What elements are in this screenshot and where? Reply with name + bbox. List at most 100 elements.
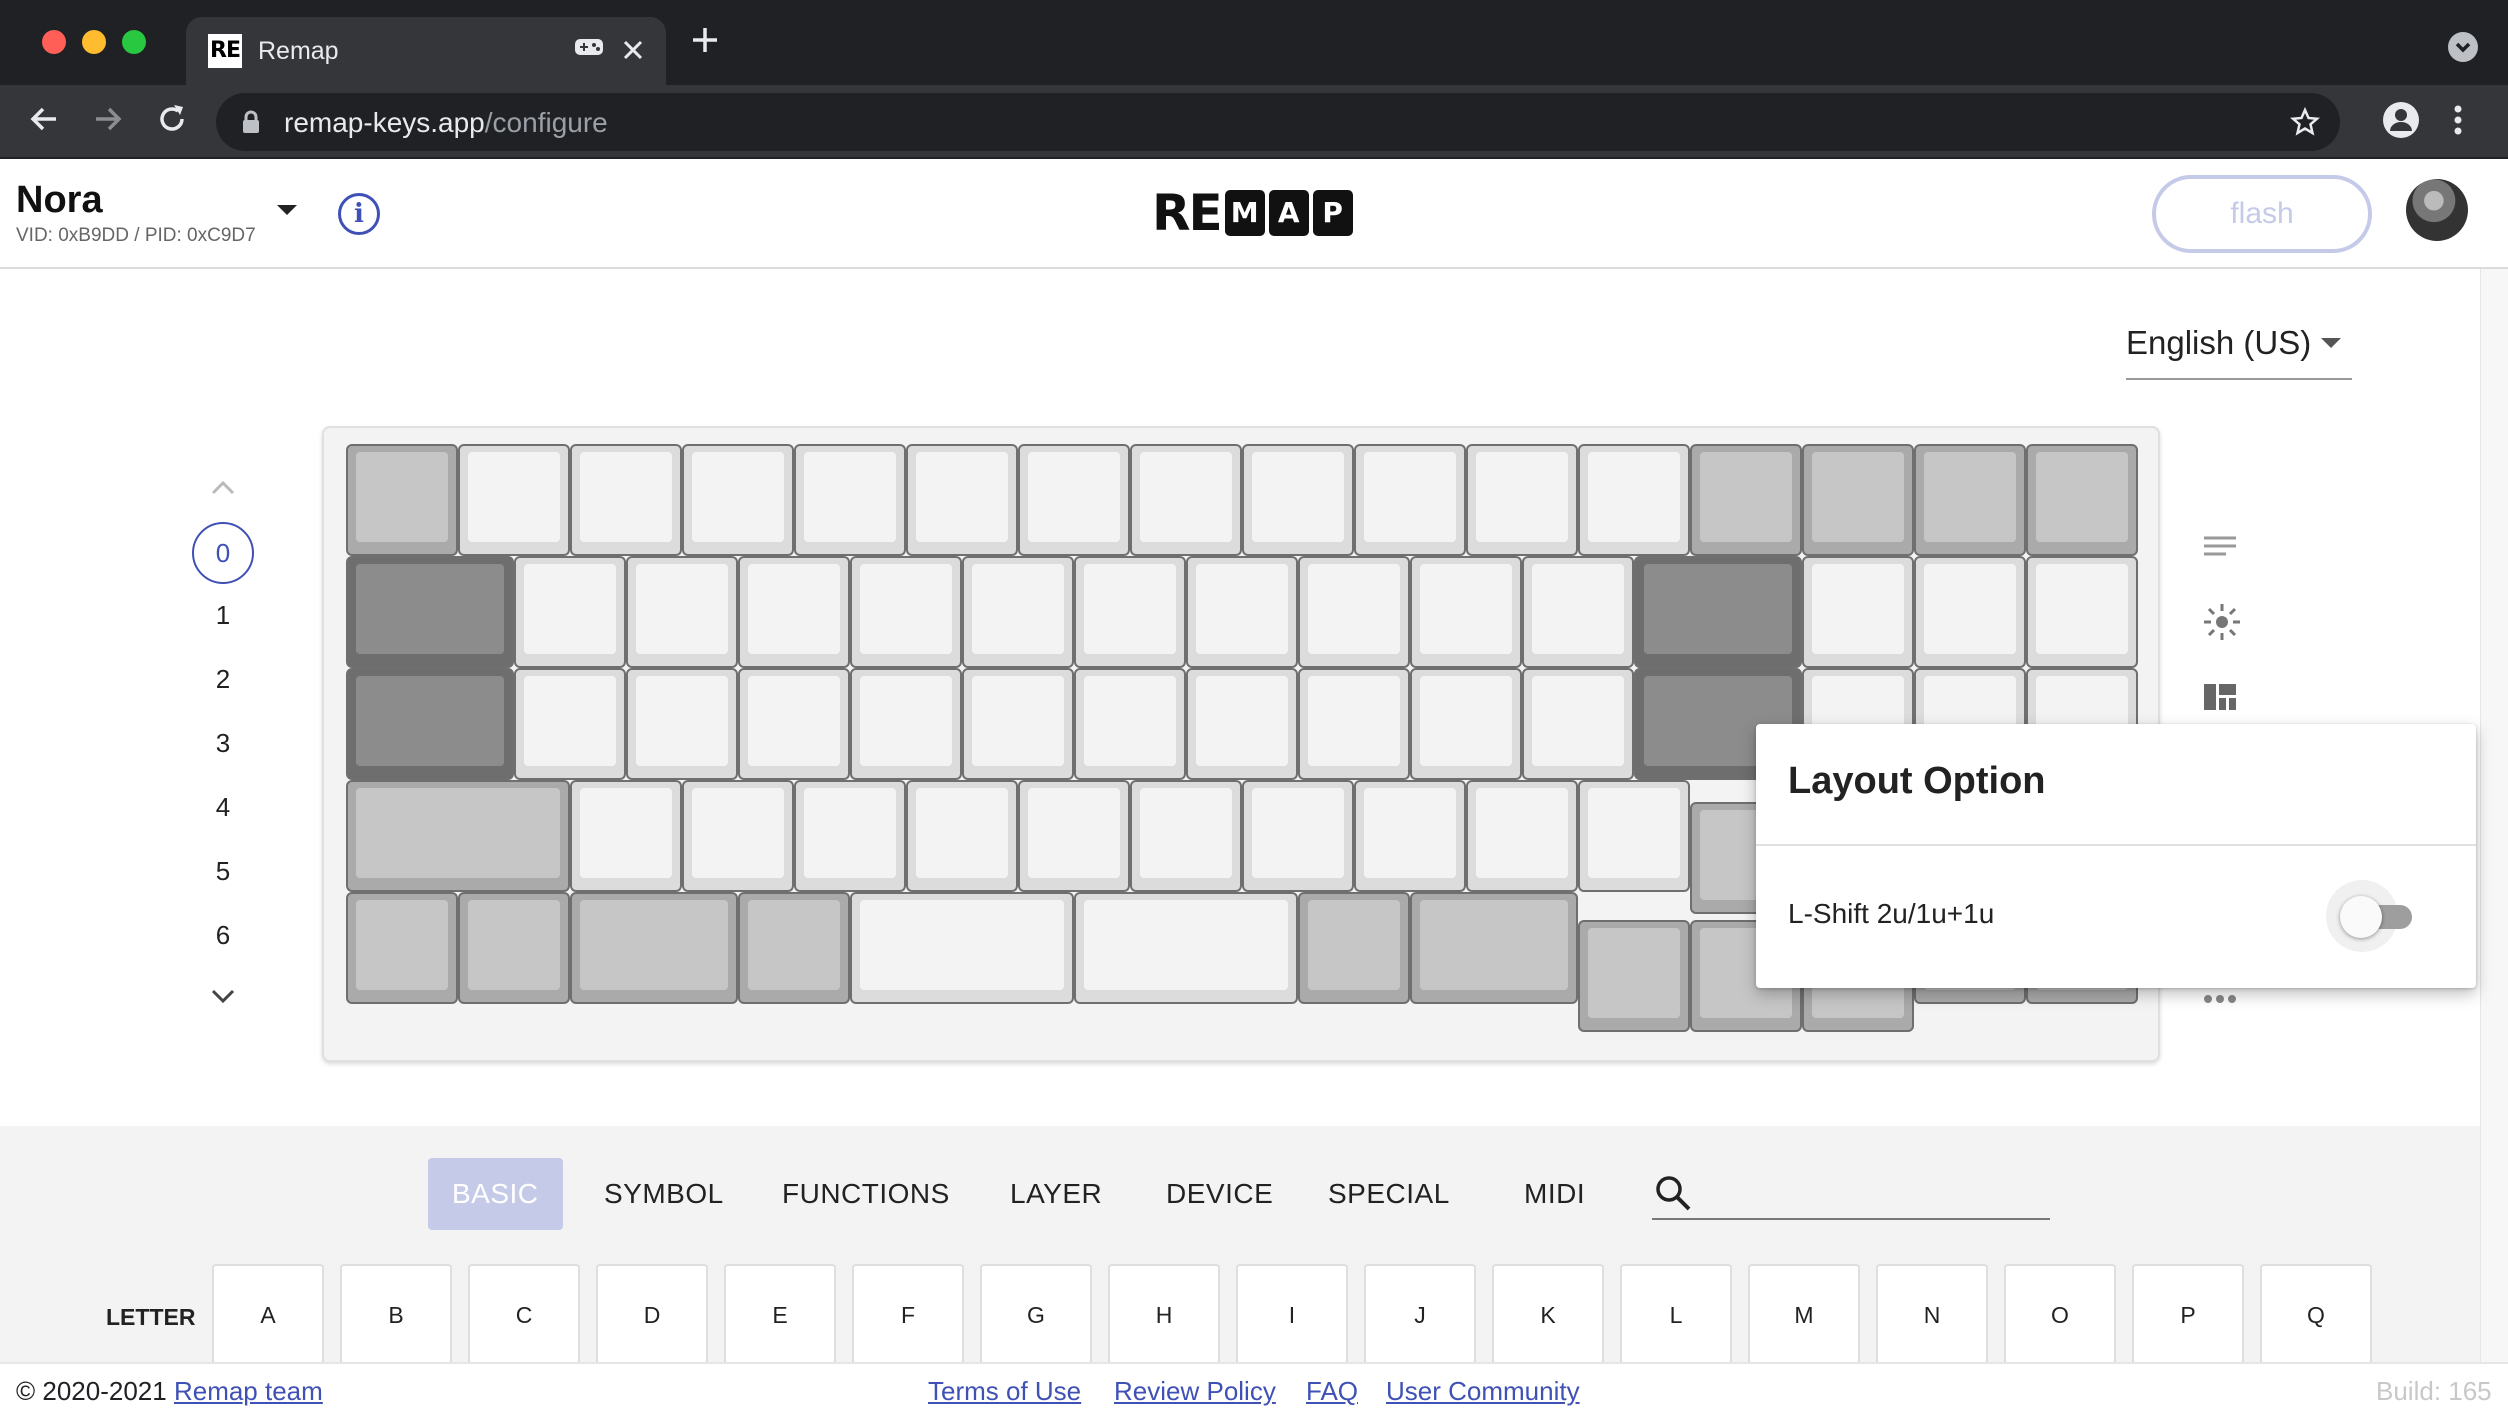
keyboard-key[interactable] [1354, 780, 1466, 892]
keyboard-key[interactable] [514, 668, 626, 780]
keyboard-key[interactable] [1634, 556, 1802, 668]
keyboard-key[interactable] [1130, 444, 1242, 556]
keyboard-key[interactable] [346, 780, 570, 892]
more-options-icon[interactable] [2202, 992, 2238, 1010]
letter-key[interactable]: B [340, 1264, 452, 1362]
user-avatar[interactable] [2406, 179, 2468, 241]
tab-symbol[interactable]: SYMBOL [604, 1158, 724, 1230]
keyboard-key[interactable] [1802, 444, 1914, 556]
browser-tab[interactable]: RE Remap [186, 17, 666, 85]
letter-key[interactable]: N [1876, 1264, 1988, 1362]
keyboard-key[interactable] [346, 668, 514, 780]
key-search-field[interactable] [1652, 1168, 2050, 1220]
layer-item-5[interactable]: 5 [192, 840, 254, 902]
keyboard-key[interactable] [1298, 556, 1410, 668]
keyboard-key[interactable] [850, 892, 1074, 1004]
keyboard-key[interactable] [682, 780, 794, 892]
keyboard-key[interactable] [1914, 444, 2026, 556]
bookmark-star-icon[interactable] [2290, 107, 2320, 137]
l-shift-toggle[interactable] [2326, 880, 2416, 952]
tab-midi[interactable]: MIDI [1524, 1158, 1585, 1230]
profile-icon[interactable] [2382, 101, 2420, 144]
keyboard-key[interactable] [906, 444, 1018, 556]
keyboard-key[interactable] [1298, 892, 1410, 1004]
keyboard-key[interactable] [1018, 444, 1130, 556]
faq-link[interactable]: FAQ [1306, 1376, 1358, 1407]
tab-device[interactable]: DEVICE [1166, 1158, 1273, 1230]
layer-up-icon[interactable] [210, 480, 236, 501]
layer-down-icon[interactable] [210, 988, 236, 1009]
keyboard-dropdown-icon[interactable] [276, 203, 298, 222]
keyboard-key[interactable] [794, 444, 906, 556]
keyboard-key[interactable] [1578, 444, 1690, 556]
letter-key[interactable]: E [724, 1264, 836, 1362]
new-tab-icon[interactable] [690, 22, 720, 62]
keyboard-key[interactable] [1018, 780, 1130, 892]
layer-item-3[interactable]: 3 [192, 712, 254, 774]
keyboard-key[interactable] [1690, 444, 1802, 556]
keyboard-key[interactable] [1410, 892, 1578, 1004]
terms-link[interactable]: Terms of Use [928, 1376, 1081, 1407]
letter-key[interactable]: P [2132, 1264, 2244, 1362]
back-arrow-icon[interactable] [26, 101, 62, 142]
keyboard-key[interactable] [1186, 668, 1298, 780]
keyboard-key[interactable] [1410, 668, 1522, 780]
keyboard-key[interactable] [1578, 780, 1690, 892]
keyboard-key[interactable] [1466, 444, 1578, 556]
keyboard-key[interactable] [1914, 556, 2026, 668]
keyboard-key[interactable] [2026, 444, 2138, 556]
keyboard-key[interactable] [1242, 444, 1354, 556]
letter-key[interactable]: H [1108, 1264, 1220, 1362]
keyboard-key[interactable] [346, 892, 458, 1004]
keyboard-key[interactable] [1130, 780, 1242, 892]
keyboard-language-select[interactable]: English (US) [2126, 324, 2352, 380]
keyboard-key[interactable] [794, 780, 906, 892]
keyboard-key[interactable] [738, 556, 850, 668]
keyboard-key[interactable] [1522, 668, 1634, 780]
tab-functions[interactable]: FUNCTIONS [782, 1158, 950, 1230]
keyboard-key[interactable] [906, 780, 1018, 892]
keyboard-key[interactable] [1074, 892, 1298, 1004]
tab-layer[interactable]: LAYER [1010, 1158, 1102, 1230]
letter-key[interactable]: M [1748, 1264, 1860, 1362]
keyboard-key[interactable] [1298, 668, 1410, 780]
keyboard-key[interactable] [850, 556, 962, 668]
keyboard-key[interactable] [458, 444, 570, 556]
keyboard-key[interactable] [1410, 556, 1522, 668]
reload-icon[interactable] [154, 101, 190, 142]
letter-key[interactable]: A [212, 1264, 324, 1362]
window-close-button[interactable] [42, 30, 66, 54]
keyboard-key[interactable] [1186, 556, 1298, 668]
keyboard-key[interactable] [626, 668, 738, 780]
layer-item-1[interactable]: 1 [192, 584, 254, 646]
layer-item-6[interactable]: 6 [192, 904, 254, 966]
keyboard-key[interactable] [1802, 556, 1914, 668]
forward-arrow-icon[interactable] [90, 101, 126, 142]
keyboard-key[interactable] [1074, 556, 1186, 668]
letter-key[interactable]: C [468, 1264, 580, 1362]
keyboard-key[interactable] [570, 444, 682, 556]
lighting-icon[interactable] [2202, 602, 2242, 647]
community-link[interactable]: User Community [1386, 1376, 1580, 1407]
keyboard-key[interactable] [458, 892, 570, 1004]
tab-search-icon[interactable] [2448, 32, 2478, 62]
remap-team-link[interactable]: Remap team [174, 1376, 323, 1406]
keyboard-key[interactable] [346, 556, 514, 668]
keyboard-name[interactable]: Nora [16, 179, 103, 222]
tab-special[interactable]: SPECIAL [1328, 1158, 1450, 1230]
keyboard-key[interactable] [1578, 920, 1690, 1032]
keyboard-key[interactable] [1354, 444, 1466, 556]
letter-key[interactable]: D [596, 1264, 708, 1362]
window-minimize-button[interactable] [82, 30, 106, 54]
letter-key[interactable]: K [1492, 1264, 1604, 1362]
keyboard-key[interactable] [2026, 556, 2138, 668]
address-bar[interactable]: remap-keys.app/configure [216, 93, 2340, 151]
keyboard-key[interactable] [514, 556, 626, 668]
keyboard-key[interactable] [346, 444, 458, 556]
keyboard-key[interactable] [738, 668, 850, 780]
keyboard-key[interactable] [1522, 556, 1634, 668]
letter-key[interactable]: O [2004, 1264, 2116, 1362]
keyboard-key[interactable] [682, 444, 794, 556]
browser-menu-icon[interactable] [2452, 101, 2464, 144]
window-zoom-button[interactable] [122, 30, 146, 54]
